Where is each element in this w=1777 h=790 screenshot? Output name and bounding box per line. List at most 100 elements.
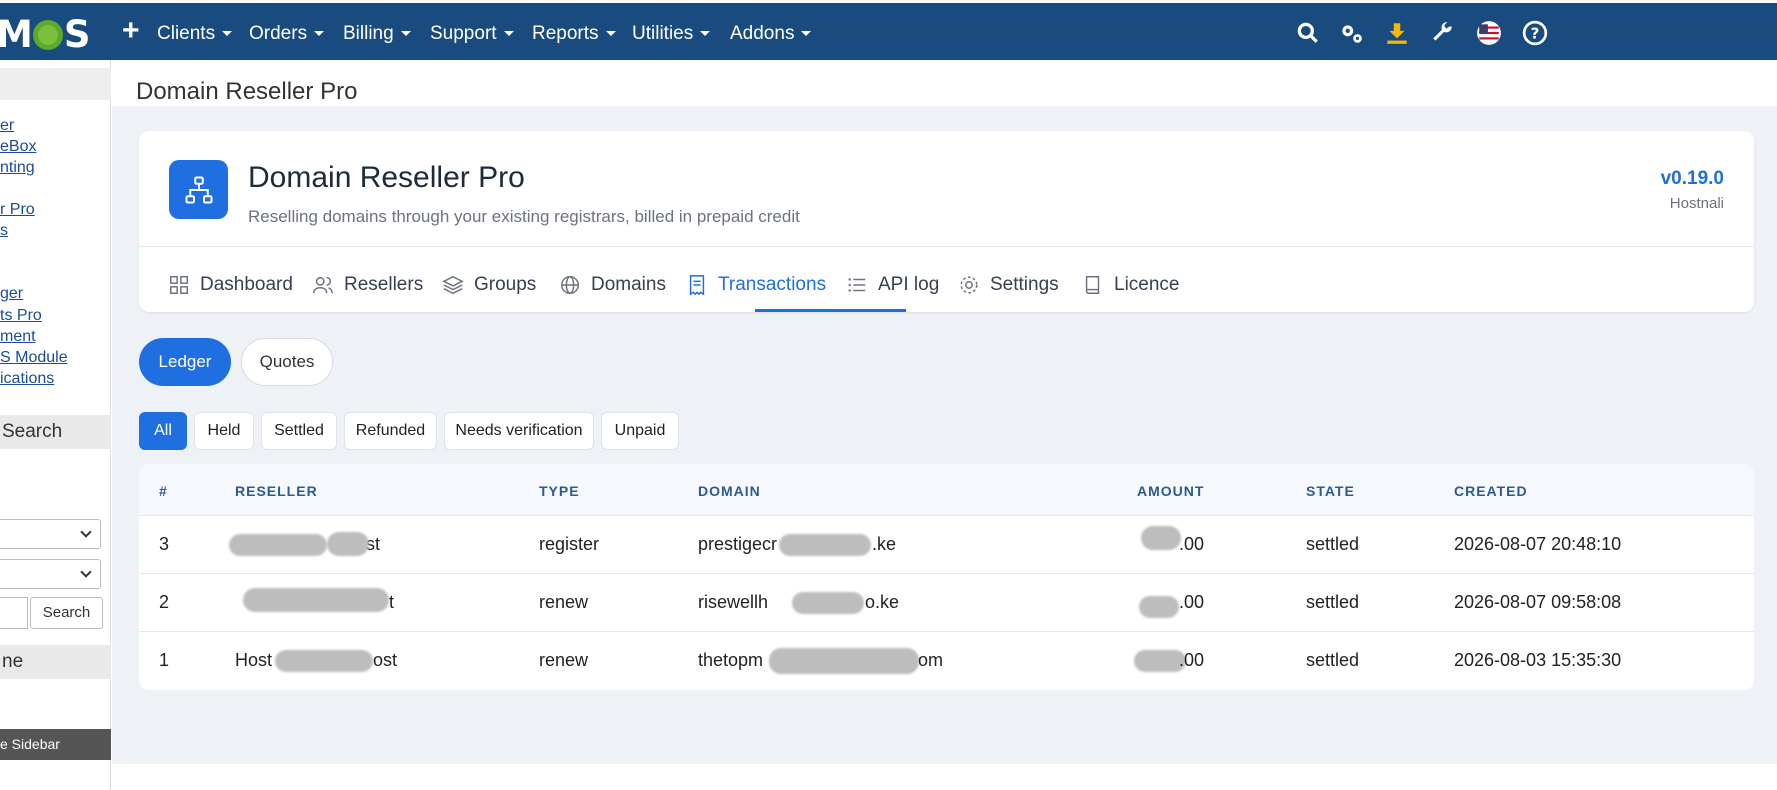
- col-type[interactable]: TYPE: [539, 483, 580, 499]
- redacted-blur: [229, 534, 327, 556]
- sidebar-link[interactable]: ts Pro: [0, 307, 42, 325]
- cell-id: 2: [159, 592, 170, 612]
- sidebar-search-heading: Search: [0, 415, 111, 449]
- tab-settings[interactable]: Settings: [958, 274, 1059, 296]
- redacted-blur: [769, 648, 919, 674]
- tab-domains-label: Domains: [591, 274, 666, 295]
- quick-add-button[interactable]: +: [122, 16, 140, 46]
- sidebar-link[interactable]: eBox: [0, 138, 36, 156]
- cogs-icon[interactable]: [1338, 20, 1364, 46]
- module-vendor: Hostnali: [1669, 195, 1724, 212]
- caret-down-icon: [222, 31, 233, 36]
- cell-reseller-tail: ost: [373, 650, 398, 670]
- tab-licence[interactable]: Licence: [1082, 274, 1180, 296]
- sidebar-search-input[interactable]: [0, 597, 28, 629]
- transactions-table: # RESELLER TYPE DOMAIN AMOUNT STATE CREA…: [139, 464, 1754, 690]
- nav-clients[interactable]: Clients: [157, 23, 233, 45]
- sidebar-link[interactable]: nting: [0, 159, 35, 177]
- col-created[interactable]: CREATED: [1454, 483, 1528, 499]
- sidebar-link[interactable]: ger: [0, 285, 23, 303]
- ledger-button[interactable]: Ledger: [139, 338, 231, 386]
- sidebar-header: [0, 68, 111, 100]
- cell-type: renew: [539, 650, 589, 670]
- tab-transactions[interactable]: Transactions: [686, 274, 826, 296]
- table-header: # RESELLER TYPE DOMAIN AMOUNT STATE CREA…: [139, 464, 1754, 516]
- col-domain[interactable]: DOMAIN: [698, 483, 761, 499]
- chevron-down-icon: [80, 566, 92, 578]
- help-icon[interactable]: ?: [1522, 20, 1548, 46]
- sidebar-link[interactable]: s: [0, 222, 8, 240]
- sidebar-select-2[interactable]: [0, 559, 101, 589]
- cell-domain-tail: o.ke: [865, 592, 900, 612]
- redacted-blur: [1139, 596, 1179, 618]
- list-icon: [848, 278, 866, 292]
- quotes-button[interactable]: Quotes: [241, 338, 333, 386]
- globe-icon: [561, 276, 579, 294]
- redacted-blur: [243, 588, 389, 612]
- tab-api-log[interactable]: API log: [846, 274, 939, 296]
- sidebar-link[interactable]: ment: [0, 328, 36, 346]
- nav-reports[interactable]: Reports: [532, 23, 616, 45]
- search-icon[interactable]: [1295, 20, 1321, 46]
- redacted-blur: [275, 650, 373, 672]
- nav-orders-label: Orders: [249, 23, 308, 44]
- filter-unpaid[interactable]: Unpaid: [601, 412, 679, 450]
- cell-domain: prestigecr: [698, 534, 778, 554]
- sidebar-link[interactable]: S Module: [0, 349, 68, 367]
- filter-refunded[interactable]: Refunded: [344, 412, 437, 450]
- redacted-blur: [792, 592, 864, 614]
- download-icon[interactable]: [1384, 20, 1410, 46]
- cell-state: settled: [1306, 650, 1360, 670]
- cell-created: 2026-08-07 20:48:10: [1454, 534, 1622, 554]
- sidebar-link[interactable]: r Pro: [0, 201, 35, 219]
- tab-resellers[interactable]: Resellers: [312, 274, 423, 296]
- book-icon: [1085, 276, 1100, 294]
- grid-icon: [170, 276, 188, 294]
- wrench-icon[interactable]: [1430, 20, 1456, 46]
- sidebar-link[interactable]: ications: [0, 370, 54, 388]
- nav-support-label: Support: [430, 23, 497, 44]
- logo-gear-icon: [32, 20, 63, 50]
- col-id[interactable]: #: [159, 483, 168, 499]
- cell-state: settled: [1306, 592, 1360, 612]
- filter-needs-verification[interactable]: Needs verification: [444, 412, 594, 450]
- tab-dashboard[interactable]: Dashboard: [168, 274, 293, 296]
- nav-addons-label: Addons: [730, 23, 795, 44]
- whmcs-logo[interactable]: MS: [0, 13, 90, 56]
- filter-all[interactable]: All: [139, 412, 187, 450]
- nav-billing[interactable]: Billing: [343, 23, 411, 45]
- tab-settings-label: Settings: [990, 274, 1059, 295]
- svg-text:?: ?: [1531, 24, 1540, 42]
- nav-orders[interactable]: Orders: [249, 23, 325, 45]
- page-title: Domain Reseller Pro: [136, 78, 358, 105]
- nav-utilities[interactable]: Utilities: [632, 23, 711, 45]
- nav-billing-label: Billing: [343, 23, 394, 44]
- cell-domain: risewellh: [698, 592, 769, 612]
- module-icon: [169, 160, 228, 219]
- cell-domain-tail: om: [918, 650, 944, 670]
- tab-groups[interactable]: Groups: [442, 274, 536, 296]
- module-title: Domain Reseller Pro: [248, 161, 525, 194]
- module-header-card: Domain Reseller Pro Reselling domains th…: [139, 131, 1754, 312]
- col-reseller[interactable]: RESELLER: [235, 483, 318, 499]
- tab-domains[interactable]: Domains: [559, 274, 666, 296]
- col-state[interactable]: STATE: [1306, 483, 1355, 499]
- sidebar-link[interactable]: er: [0, 117, 14, 135]
- filter-settled[interactable]: Settled: [261, 412, 337, 450]
- nav-addons[interactable]: Addons: [730, 23, 812, 45]
- cell-domain-tail: .ke: [872, 534, 897, 554]
- sidebar-search-button[interactable]: Search: [30, 597, 103, 629]
- table-row[interactable]: 1 Host ost renew thetopm om .00 settled …: [139, 632, 1754, 690]
- col-amount[interactable]: AMOUNT: [1137, 483, 1204, 499]
- minimize-sidebar-button[interactable]: e Sidebar: [0, 729, 111, 760]
- gear-icon: [960, 276, 978, 294]
- nav-support[interactable]: Support: [430, 23, 514, 45]
- sidebar-select-1[interactable]: [0, 519, 101, 549]
- table-row[interactable]: 3 ost register prestigecr .ke .00 settle…: [139, 516, 1754, 574]
- caret-down-icon: [503, 31, 514, 36]
- cell-amount: .00: [1179, 534, 1205, 554]
- table-row[interactable]: 2 t renew risewellh o.ke .00 settled 202…: [139, 574, 1754, 632]
- filter-held[interactable]: Held: [194, 412, 254, 450]
- active-tab-indicator: [755, 309, 906, 312]
- flag-icon[interactable]: [1476, 20, 1502, 46]
